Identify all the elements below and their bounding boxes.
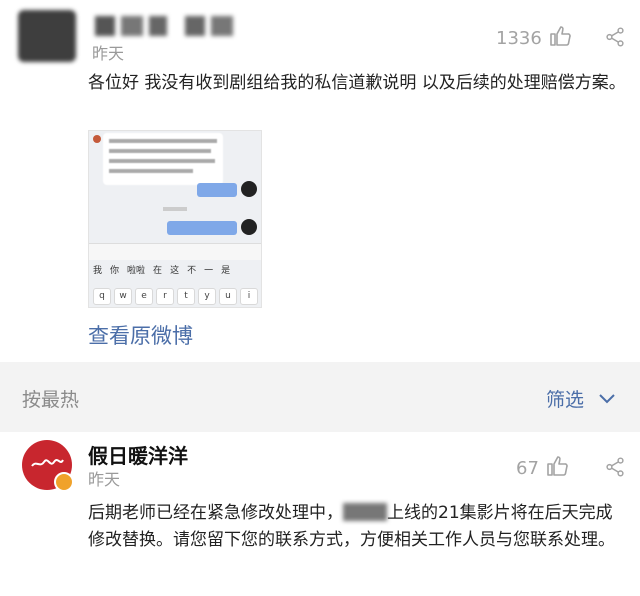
post-like-count: 1336: [496, 28, 542, 49]
thumbs-up-icon: [548, 24, 572, 53]
sort-label[interactable]: 按最热: [22, 385, 79, 412]
thumbs-up-icon: [545, 454, 569, 483]
post-username-redacted: [95, 16, 233, 36]
image-keyboard-row: qwertyuiop: [93, 283, 261, 307]
comment-content-part1: 后期老师已经在紧急修改处理中，: [88, 503, 343, 523]
post-image[interactable]: 我 你 啦啦 在 这 不 一 是 qwertyuiop: [88, 130, 262, 308]
redacted-block: [343, 503, 387, 521]
image-candidate-bar: 我 你 啦啦 在 这 不 一 是: [93, 266, 231, 276]
sort-bar: [0, 362, 640, 432]
comment-username[interactable]: 假日暖洋洋: [88, 440, 188, 469]
comment-like[interactable]: 67: [516, 454, 569, 483]
filter-label: 筛选: [546, 389, 585, 411]
comment-like-count: 67: [516, 458, 539, 479]
view-original-link[interactable]: 查看原微博: [88, 320, 193, 350]
filter-button[interactable]: 筛选: [546, 385, 616, 412]
post-avatar[interactable]: [18, 10, 76, 62]
share-icon[interactable]: [604, 26, 626, 52]
image-message-text: [103, 133, 223, 185]
chevron-down-icon: [598, 388, 616, 410]
comment-content: 后期老师已经在紧急修改处理中， 上线的21集影片将在后天完成修改替换。请您留下您的…: [88, 500, 628, 554]
post-time: 昨天: [92, 44, 125, 63]
comment-time: 昨天: [88, 470, 121, 489]
share-icon[interactable]: [604, 456, 626, 482]
verified-badge-icon: [54, 472, 74, 492]
post-like[interactable]: 1336: [496, 24, 572, 53]
post-content: 各位好 我没有收到剧组给我的私信道歉说明 以及后续的处理赔偿方案。: [88, 73, 626, 93]
